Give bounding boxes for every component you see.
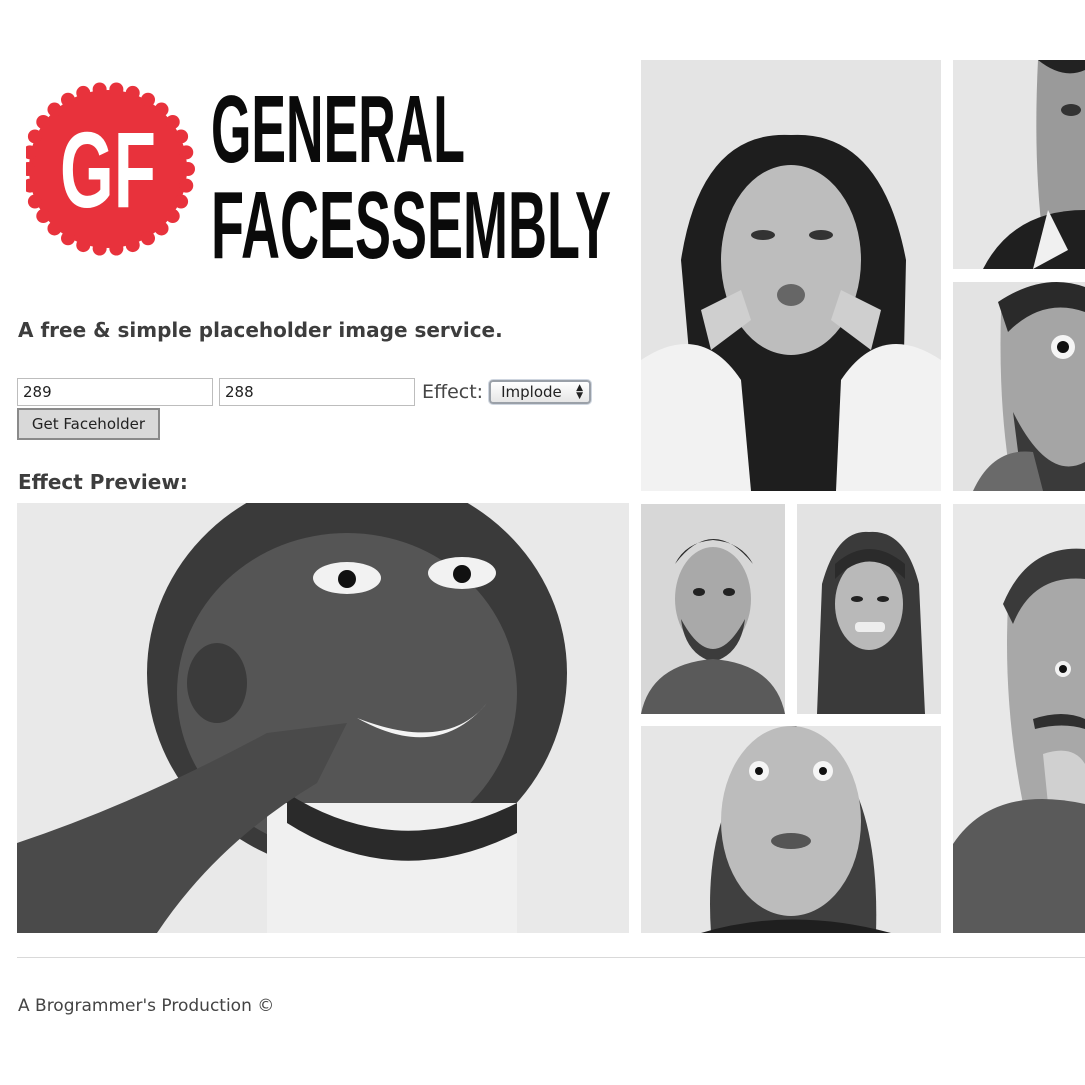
brand-name-line2: FACESSEMBLY: [211, 172, 611, 278]
footer-credit: A Brogrammer's Production ©: [18, 996, 275, 1016]
faceholder-form: Effect: Implode ▲▼: [17, 378, 592, 406]
page: GF GENERAL FACESSEMBLY A free & simple p…: [0, 0, 1085, 1085]
gallery-photo[interactable]: [641, 726, 941, 933]
effect-preview-image: [17, 503, 629, 933]
site-logo[interactable]: GF GENERAL FACESSEMBLY: [26, 62, 616, 278]
footer-divider: [17, 957, 1085, 958]
gallery-photo[interactable]: [953, 60, 1085, 269]
width-input[interactable]: [17, 378, 213, 406]
get-faceholder-button[interactable]: Get Faceholder: [17, 408, 160, 440]
gallery-photo[interactable]: [953, 504, 1085, 933]
gallery-photo[interactable]: [797, 504, 941, 714]
gallery-photo[interactable]: [641, 60, 941, 491]
gallery-photo[interactable]: [641, 504, 785, 714]
height-input[interactable]: [219, 378, 415, 406]
tagline: A free & simple placeholder image servic…: [18, 318, 503, 342]
effect-label: Effect:: [422, 381, 484, 403]
brand-name-line1: GENERAL: [211, 76, 465, 183]
badge-text: GF: [60, 109, 156, 230]
effect-select[interactable]: Implode ▲ ▼: [489, 380, 592, 404]
effect-select-value: Implode: [501, 383, 562, 401]
preview-label: Effect Preview:: [18, 470, 188, 494]
gf-badge-icon: GF: [26, 82, 195, 256]
select-arrows-icon: ▲ ▼: [576, 383, 584, 401]
gallery-photo[interactable]: [953, 282, 1085, 491]
